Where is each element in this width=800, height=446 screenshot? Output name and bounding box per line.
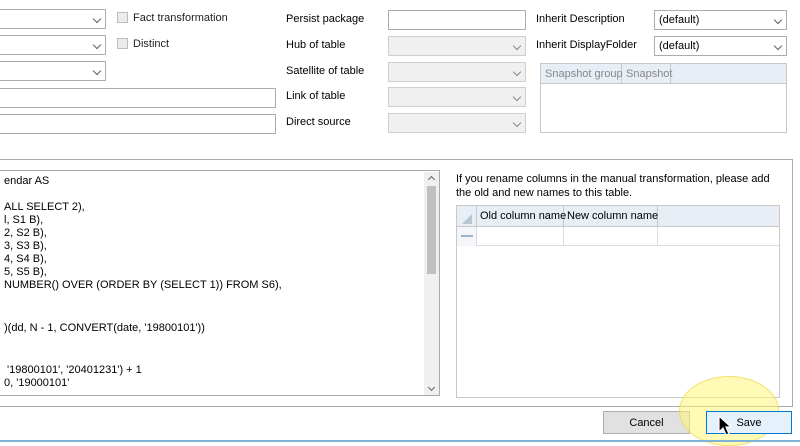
editor-scrollbar-thumb[interactable]	[427, 186, 436, 274]
rename-grid-header: Old column name New column name	[457, 206, 779, 227]
row-header-corner	[457, 206, 477, 226]
chevron-down-icon	[512, 41, 522, 51]
code-line: l, S1 B),	[4, 214, 44, 226]
table-row[interactable]	[457, 227, 779, 246]
inherit-displayfolder-value: (default)	[659, 40, 700, 52]
row-header	[457, 227, 477, 246]
left-combo-2[interactable]	[0, 35, 106, 55]
hub-of-table-combo[interactable]	[388, 36, 526, 56]
new-row-indicator	[461, 235, 473, 237]
snapshot-grid[interactable]: Snapshot group Snapshot	[540, 63, 787, 133]
code-line: 4, S4 B),	[4, 253, 47, 265]
direct-source-combo[interactable]	[388, 113, 526, 133]
persist-package-input[interactable]	[388, 10, 526, 30]
code-line: endar AS	[4, 175, 50, 187]
rename-info-text: If you rename columns in the manual tran…	[456, 173, 770, 199]
left-combo-1[interactable]	[0, 9, 106, 29]
bottom-divider	[0, 440, 800, 442]
inherit-displayfolder-label: Inherit DisplayFolder	[536, 39, 637, 51]
cancel-button[interactable]: Cancel	[603, 411, 690, 434]
distinct-label: Distinct	[133, 38, 170, 50]
code-line: 3, S3 B),	[4, 240, 47, 252]
column-header-snapshot[interactable]: Snapshot	[622, 64, 672, 84]
code-line: 0, '19000101'	[4, 377, 70, 389]
chevron-down-icon	[773, 15, 783, 25]
hub-of-table-label: Hub of table	[286, 39, 346, 51]
inherit-description-label: Inherit Description	[536, 13, 625, 25]
code-line: 5, S5 B),	[4, 266, 47, 278]
chevron-down-icon	[512, 118, 522, 128]
chevron-down-icon	[92, 66, 102, 76]
satellite-of-table-label: Satellite of table	[286, 65, 365, 77]
inherit-description-value: (default)	[659, 14, 700, 26]
fact-transformation-checkbox[interactable]	[117, 12, 128, 23]
code-line: '19800101', '20401231') + 1	[4, 364, 142, 376]
fact-transformation-label: Fact transformation	[133, 12, 228, 24]
cell-old-name[interactable]	[477, 227, 564, 246]
chevron-down-icon	[512, 67, 522, 77]
code-line: ALL SELECT 2),	[4, 201, 85, 213]
column-header-new-name[interactable]: New column name	[564, 206, 658, 226]
code-line: NUMBER() OVER (ORDER BY (SELECT 1)) FROM…	[4, 279, 282, 291]
code-line: )(dd, N - 1, CONVERT(date, '19800101'))	[4, 322, 205, 334]
left-textbox-1[interactable]	[0, 88, 276, 108]
chevron-down-icon	[773, 41, 783, 51]
satellite-of-table-combo[interactable]	[388, 62, 526, 82]
rename-columns-grid[interactable]: Old column name New column name	[456, 205, 780, 398]
select-all-icon	[462, 214, 472, 224]
chevron-down-icon	[92, 14, 102, 24]
cell-new-name[interactable]	[564, 227, 658, 246]
mouse-cursor-icon	[718, 415, 733, 436]
sql-editor[interactable]: endar AS ALL SELECT 2), l, S1 B), 2, S2 …	[0, 170, 440, 396]
chevron-down-icon	[512, 92, 522, 102]
inherit-description-combo[interactable]: (default)	[654, 10, 787, 30]
inherit-displayfolder-combo[interactable]: (default)	[654, 36, 787, 56]
column-header-snapshot-group[interactable]: Snapshot group	[541, 64, 623, 84]
column-header-old-name[interactable]: Old column name	[477, 206, 566, 226]
snapshot-grid-header: Snapshot group Snapshot	[541, 64, 786, 84]
direct-source-label: Direct source	[286, 116, 351, 128]
persist-package-label: Persist package	[286, 13, 365, 25]
link-of-table-combo[interactable]	[388, 87, 526, 107]
link-of-table-label: Link of table	[286, 90, 346, 102]
distinct-checkbox[interactable]	[117, 38, 128, 49]
chevron-down-icon	[92, 40, 102, 50]
left-textbox-2[interactable]	[0, 114, 276, 134]
code-line: 2, S2 B),	[4, 227, 47, 239]
left-combo-3[interactable]	[0, 61, 106, 81]
